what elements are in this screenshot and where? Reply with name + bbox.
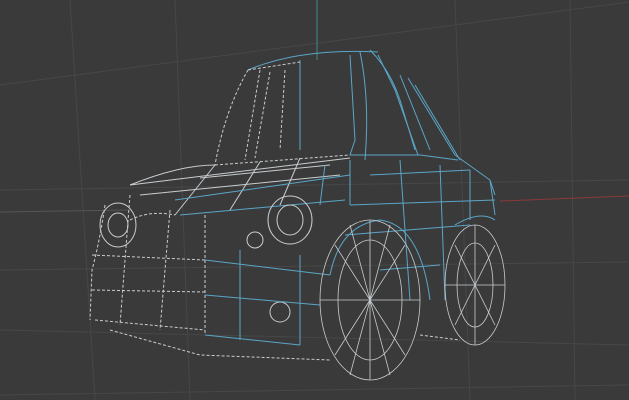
- 3d-viewport[interactable]: [0, 0, 629, 400]
- rear-wheel: [444, 224, 506, 346]
